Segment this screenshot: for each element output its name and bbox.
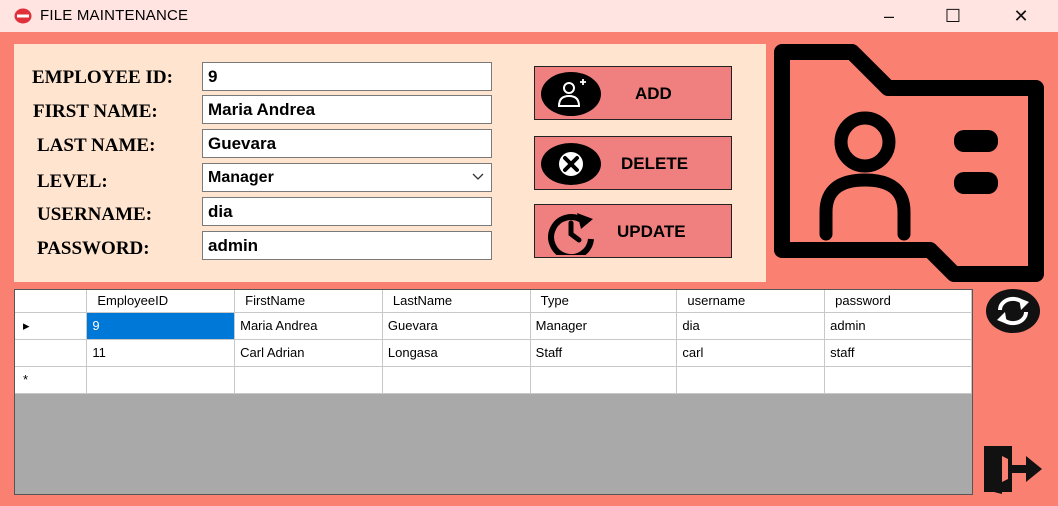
add-button[interactable]: ADD bbox=[534, 66, 732, 120]
close-button[interactable]: ✕ bbox=[998, 0, 1044, 32]
table-row[interactable]: ▸ 9 Maria Andrea Guevara Manager dia adm… bbox=[15, 312, 972, 340]
first-name-label: FIRST NAME: bbox=[33, 101, 158, 122]
delete-button[interactable]: DELETE bbox=[534, 136, 732, 190]
table-cell[interactable]: carl bbox=[676, 339, 826, 367]
new-row-marker[interactable]: * bbox=[15, 366, 88, 394]
delete-label: DELETE bbox=[621, 154, 689, 173]
level-label: LEVEL: bbox=[37, 171, 108, 192]
row-header-corner bbox=[15, 290, 88, 313]
table-cell[interactable]: Guevara bbox=[382, 312, 531, 340]
column-header[interactable]: password bbox=[824, 290, 972, 313]
update-label: UPDATE bbox=[617, 222, 686, 241]
delete-x-icon bbox=[541, 143, 601, 185]
last-name-field[interactable]: Guevara bbox=[202, 129, 492, 158]
last-name-label: LAST NAME: bbox=[37, 135, 156, 156]
app-icon bbox=[14, 8, 32, 24]
new-row[interactable]: * bbox=[15, 366, 972, 394]
column-header[interactable]: Type bbox=[530, 290, 678, 313]
table-cell[interactable]: 11 bbox=[86, 339, 236, 367]
row-header[interactable] bbox=[15, 339, 88, 367]
table-cell[interactable] bbox=[234, 366, 383, 394]
exit-door-icon[interactable] bbox=[982, 444, 1046, 494]
table-cell[interactable] bbox=[382, 366, 531, 394]
maximize-button[interactable]: ☐ bbox=[930, 0, 976, 32]
password-label: PASSWORD: bbox=[37, 238, 150, 259]
minimize-icon: – bbox=[883, 5, 894, 26]
first-name-field[interactable]: Maria Andrea bbox=[202, 95, 492, 124]
employee-id-field[interactable]: 9 bbox=[202, 62, 492, 91]
table-cell[interactable]: Staff bbox=[530, 339, 678, 367]
username-label: USERNAME: bbox=[37, 204, 153, 225]
level-value: Manager bbox=[208, 169, 274, 186]
minimize-button[interactable]: – bbox=[866, 0, 912, 32]
column-header[interactable]: EmployeeID bbox=[86, 290, 236, 313]
close-icon: ✕ bbox=[1013, 5, 1029, 26]
current-row-marker[interactable]: ▸ bbox=[15, 312, 88, 340]
column-header[interactable]: LastName bbox=[382, 290, 531, 313]
table-cell[interactable] bbox=[86, 366, 236, 394]
maximize-icon: ☐ bbox=[944, 5, 962, 26]
level-select[interactable]: Manager bbox=[202, 163, 492, 192]
table-cell[interactable]: Manager bbox=[530, 312, 678, 340]
header-row: EmployeeID FirstName LastName Type usern… bbox=[15, 290, 972, 313]
table-cell[interactable] bbox=[530, 366, 678, 394]
employee-id-label: EMPLOYEE ID: bbox=[32, 67, 173, 88]
table-cell[interactable]: Maria Andrea bbox=[234, 312, 383, 340]
table-cell[interactable]: 9 bbox=[86, 312, 236, 340]
table-cell[interactable]: admin bbox=[824, 312, 972, 340]
contact-folder-icon bbox=[774, 44, 1044, 282]
column-header[interactable]: username bbox=[676, 290, 826, 313]
password-field[interactable]: admin bbox=[202, 231, 492, 260]
table-cell[interactable]: dia bbox=[676, 312, 826, 340]
employee-table: EmployeeID FirstName LastName Type usern… bbox=[15, 290, 972, 394]
table-cell[interactable]: Carl Adrian bbox=[234, 339, 383, 367]
update-button[interactable]: UPDATE bbox=[534, 204, 732, 258]
clock-refresh-icon bbox=[548, 213, 594, 255]
table-cell[interactable]: staff bbox=[824, 339, 972, 367]
table-cell[interactable] bbox=[676, 366, 826, 394]
table-row[interactable]: 11 Carl Adrian Longasa Staff carl staff bbox=[15, 339, 972, 367]
employee-grid[interactable]: EmployeeID FirstName LastName Type usern… bbox=[14, 289, 973, 495]
add-user-icon bbox=[541, 72, 601, 116]
table-cell[interactable]: Longasa bbox=[382, 339, 531, 367]
title-bar: FILE MAINTENANCE – ☐ ✕ bbox=[0, 0, 1058, 32]
add-label: ADD bbox=[635, 84, 672, 103]
username-field[interactable]: dia bbox=[202, 197, 492, 226]
column-header[interactable]: FirstName bbox=[234, 290, 383, 313]
window-title: FILE MAINTENANCE bbox=[40, 7, 189, 24]
table-cell[interactable] bbox=[824, 366, 972, 394]
chevron-down-icon bbox=[472, 173, 484, 180]
refresh-icon[interactable] bbox=[985, 288, 1041, 334]
